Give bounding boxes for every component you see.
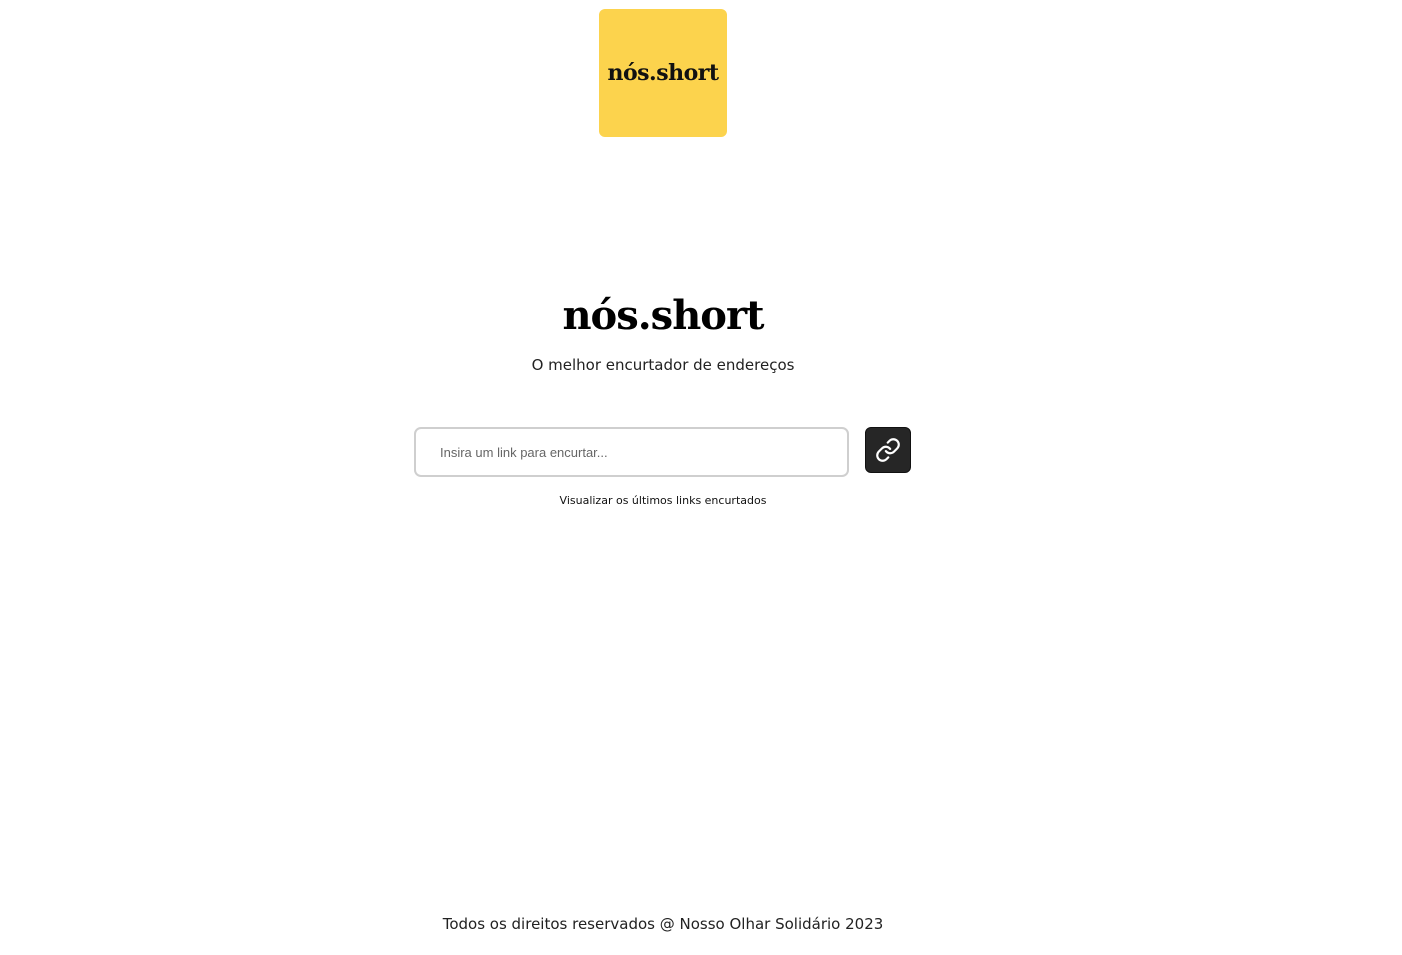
- recent-links-link[interactable]: Visualizar os últimos links encurtados: [0, 494, 1326, 507]
- footer-copyright: Todos os direitos reservados @ Nosso Olh…: [442, 915, 884, 933]
- logo[interactable]: nós.short: [599, 9, 727, 137]
- page: nós.short nós.short O melhor encurtador …: [0, 0, 1402, 955]
- link-icon: [875, 437, 901, 463]
- page-subtitle: O melhor encurtador de endereços: [531, 356, 795, 374]
- logo-text: nós.short: [607, 60, 719, 86]
- page-title: nós.short: [562, 292, 764, 339]
- shorten-button[interactable]: [865, 427, 911, 473]
- url-input[interactable]: [414, 427, 849, 477]
